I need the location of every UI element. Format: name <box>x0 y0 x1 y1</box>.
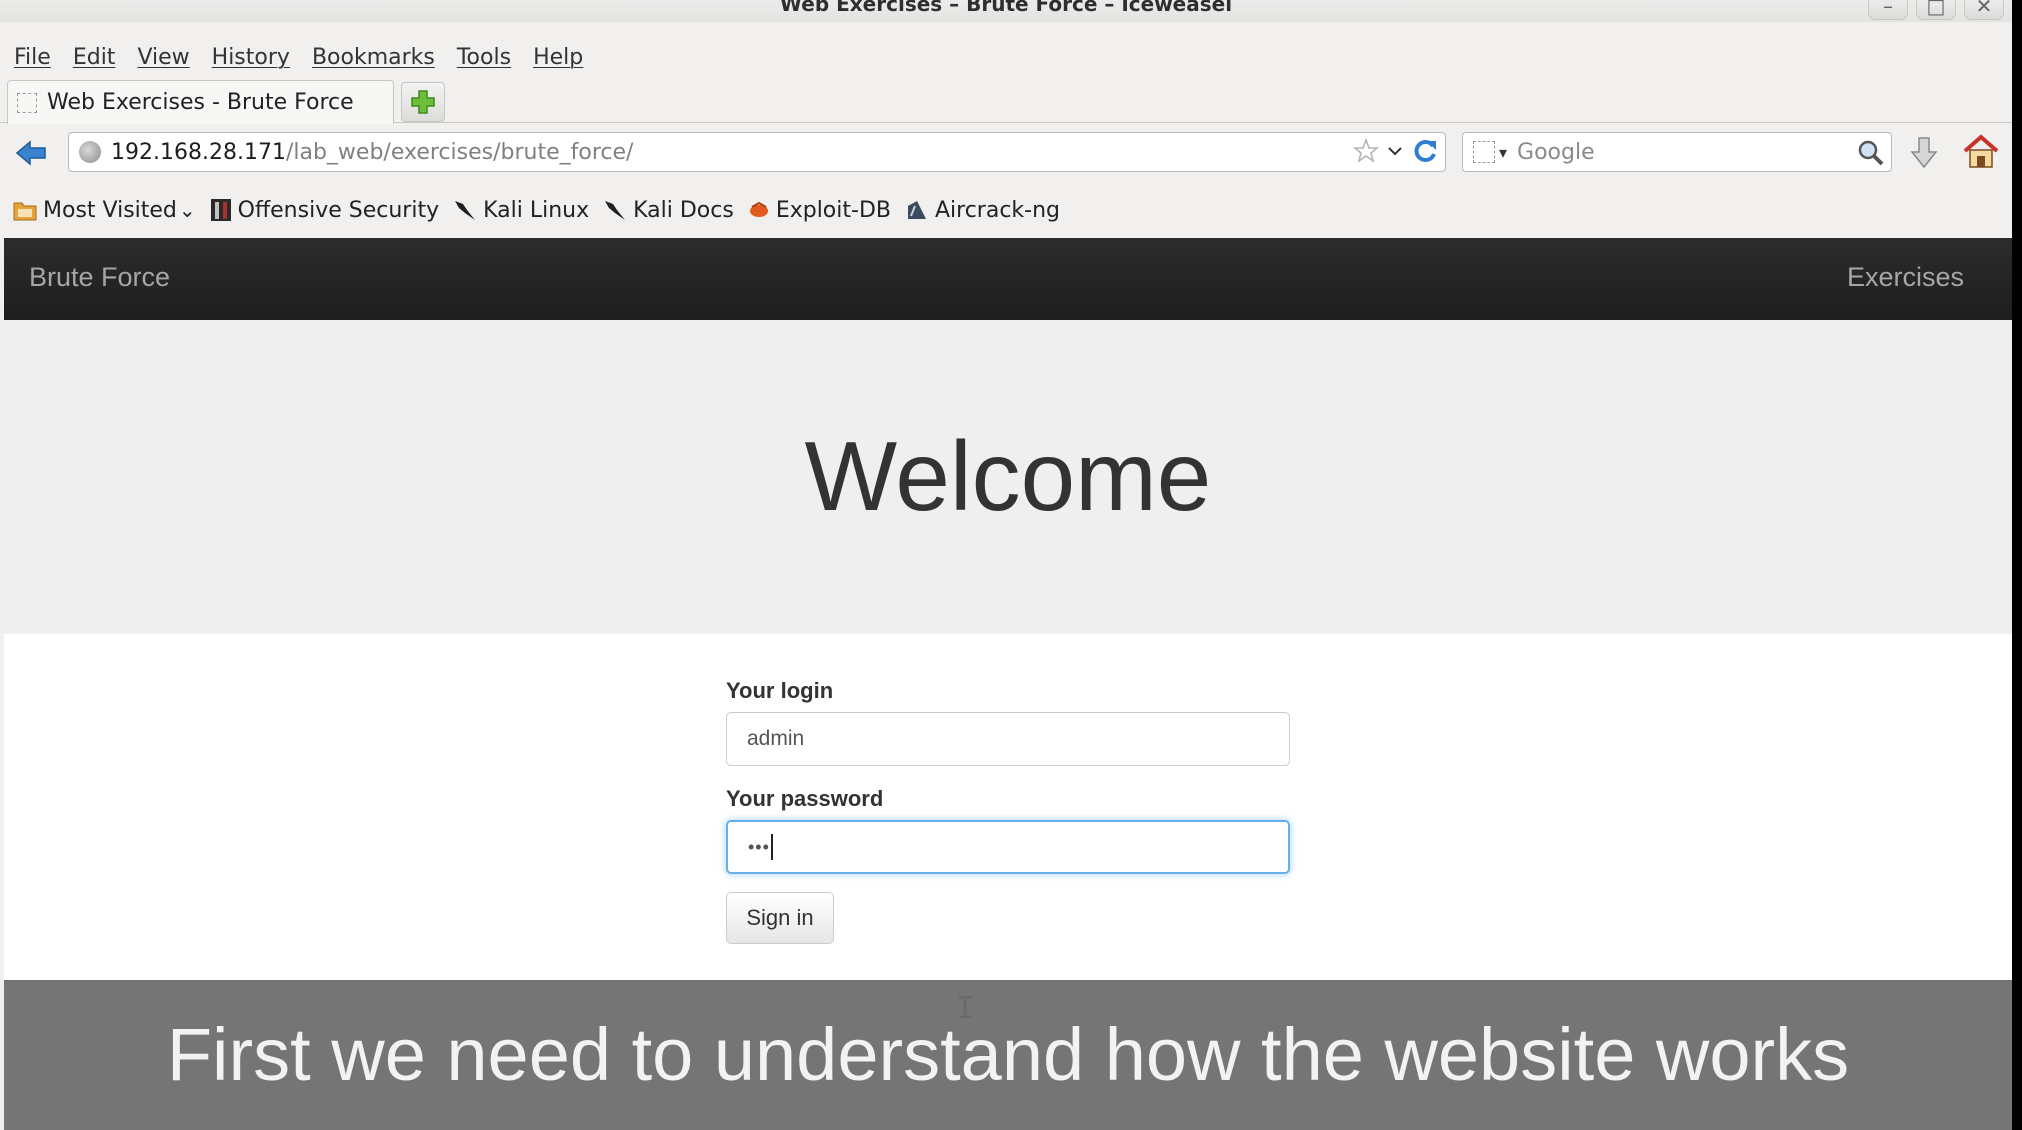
bookmark-most-visited[interactable]: Most Visited ⌄ <box>13 198 196 223</box>
new-tab-button[interactable] <box>401 82 445 122</box>
bookmark-offensive-security[interactable]: Offensive Security <box>210 198 439 223</box>
login-input[interactable]: admin <box>726 712 1290 766</box>
hero-jumbotron: Welcome <box>4 320 2012 634</box>
tab-web-exercises[interactable]: Web Exercises - Brute Force <box>7 80 394 124</box>
site-identity-icon[interactable] <box>79 141 101 163</box>
bookmark-kali-docs[interactable]: Kali Docs <box>603 198 734 223</box>
aircrack-icon <box>905 198 929 222</box>
home-icon <box>1963 134 1999 168</box>
reload-icon[interactable] <box>1411 137 1439 165</box>
nav-link-exercises[interactable]: Exercises <box>1847 262 1964 293</box>
download-arrow-icon <box>1910 137 1938 169</box>
menu-edit[interactable]: Edit <box>73 45 116 70</box>
bookmark-label: Kali Docs <box>633 197 734 223</box>
sign-in-button[interactable]: Sign in <box>726 892 834 944</box>
text-caret <box>770 834 773 860</box>
menu-help[interactable]: Help <box>533 45 583 70</box>
search-placeholder: Google <box>1517 139 1595 165</box>
bookmark-kali-linux[interactable]: Kali Linux <box>453 198 589 223</box>
tab-title: Web Exercises - Brute Force <box>47 90 354 115</box>
page-icon <box>17 92 37 113</box>
search-engine-icon[interactable] <box>1473 141 1495 163</box>
menu-bar: File Edit View History Bookmarks Tools H… <box>0 40 591 74</box>
bookmark-label: Offensive Security <box>237 197 440 223</box>
login-form: Your login admin Your password ••• Sign … <box>726 678 1292 944</box>
downloads-button[interactable] <box>1908 136 1940 174</box>
browser-window: Web Exercises – Brute Force – Iceweasel … <box>0 0 2012 1130</box>
bookmark-label: Aircrack-ng <box>934 197 1061 223</box>
offsec-icon <box>210 198 232 222</box>
page-title: Welcome <box>804 421 1212 531</box>
exploitdb-icon <box>748 201 770 219</box>
chevron-down-icon: ⌄ <box>178 198 196 222</box>
menu-view[interactable]: View <box>137 45 189 70</box>
password-value: ••• <box>748 836 770 857</box>
caption-text: First we need to understand how the webs… <box>166 1013 1850 1096</box>
address-bar[interactable]: 192.168.28.171/lab_web/exercises/brute_f… <box>68 132 1446 172</box>
login-value: admin <box>747 727 805 750</box>
menu-file[interactable]: File <box>14 45 51 70</box>
search-bar[interactable]: ▾ Google <box>1462 132 1892 172</box>
site-brand-link[interactable]: Brute Force <box>29 262 170 293</box>
bookmark-star-icon[interactable] <box>1353 138 1379 164</box>
close-button[interactable]: ✕ <box>1964 0 2004 20</box>
bookmark-label: Exploit-DB <box>775 197 891 223</box>
bookmarks-toolbar: Most Visited ⌄ Offensive Security Kali L… <box>0 190 1060 230</box>
back-arrow-icon <box>15 140 46 166</box>
navigation-bar: 192.168.28.171/lab_web/exercises/brute_f… <box>0 124 2012 184</box>
title-bar: Web Exercises – Brute Force – Iceweasel … <box>0 0 2012 22</box>
tab-strip: Web Exercises - Brute Force <box>0 80 2012 124</box>
kali-dragon-icon <box>453 198 477 222</box>
bookmark-aircrack-ng[interactable]: Aircrack-ng <box>905 198 1060 223</box>
menu-tools[interactable]: Tools <box>457 45 511 70</box>
bookmark-exploit-db[interactable]: Exploit-DB <box>748 198 891 223</box>
home-button[interactable] <box>1962 134 2000 174</box>
bookmark-label: Most Visited <box>43 197 177 223</box>
back-button[interactable] <box>14 136 48 170</box>
url-host: 192.168.28.171 <box>111 139 286 165</box>
bookmark-label: Kali Linux <box>483 197 590 223</box>
login-label: Your login <box>726 678 834 703</box>
search-icon[interactable] <box>1857 139 1885 167</box>
kali-dragon-icon <box>603 198 627 222</box>
url-path: /lab_web/exercises/brute_force/ <box>285 139 634 165</box>
caption-overlay: First we need to understand how the webs… <box>4 980 2012 1130</box>
plus-icon <box>411 90 435 114</box>
password-input[interactable]: ••• <box>726 820 1290 874</box>
history-dropdown-icon[interactable] <box>1387 143 1403 159</box>
maximize-button[interactable]: □ <box>1916 0 1956 20</box>
minimize-button[interactable]: – <box>1868 0 1908 20</box>
site-navbar: Brute Force Exercises <box>4 238 2012 320</box>
password-label: Your password <box>726 786 884 811</box>
chevron-down-icon[interactable]: ▾ <box>1499 143 1507 162</box>
menu-bookmarks[interactable]: Bookmarks <box>312 45 435 70</box>
window-title: Web Exercises – Brute Force – Iceweasel <box>779 0 1233 16</box>
folder-icon <box>13 199 37 221</box>
menu-history[interactable]: History <box>212 45 290 70</box>
